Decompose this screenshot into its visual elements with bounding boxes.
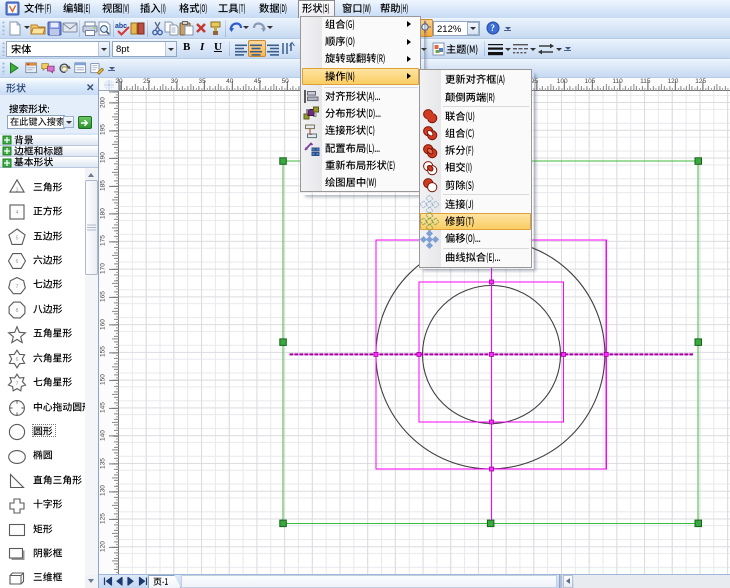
svg-text:7: 7 <box>16 381 19 387</box>
svg-text:7: 7 <box>16 284 19 290</box>
svg-text:5: 5 <box>16 235 19 241</box>
svg-text:?: ? <box>490 23 495 33</box>
svg-text:6: 6 <box>16 357 19 363</box>
svg-text:abc: abc <box>115 23 127 30</box>
svg-text:8: 8 <box>16 308 19 314</box>
svg-text:3: 3 <box>16 188 19 194</box>
svg-text:6: 6 <box>16 259 19 265</box>
svg-text:4: 4 <box>16 210 19 216</box>
